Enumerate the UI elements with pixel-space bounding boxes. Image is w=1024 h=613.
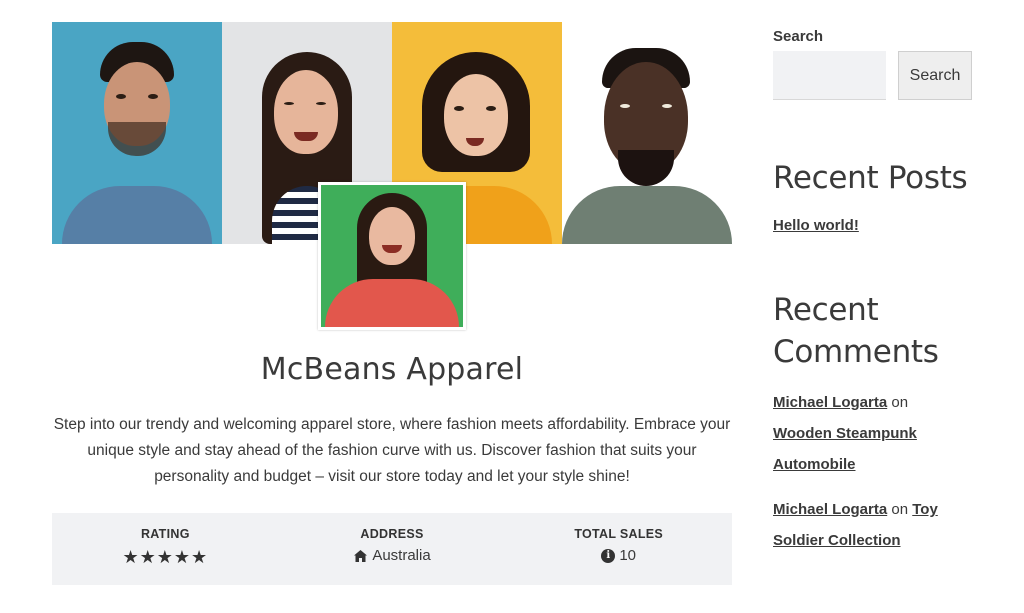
home-icon	[354, 549, 368, 562]
comment-sep: on	[887, 501, 913, 518]
sales-column: TOTAL SALES i 10	[505, 513, 732, 585]
comment-author-link[interactable]: Michael Logarta	[773, 501, 887, 518]
search-form: Search	[773, 51, 983, 100]
address-value: Australia	[372, 547, 431, 564]
banner-photo-1	[52, 22, 222, 244]
sales-value: 10	[619, 547, 637, 564]
recent-comments-title: Recent Comments	[773, 292, 939, 370]
search-input[interactable]	[773, 51, 886, 100]
search-button[interactable]: Search	[898, 51, 972, 100]
comment-author-link[interactable]: Michael Logarta	[773, 394, 887, 411]
sidebar: Search Search Recent Posts Hello world! …	[773, 28, 983, 556]
address-label: ADDRESS	[360, 527, 424, 541]
star-icon: ★★★★★	[122, 547, 209, 567]
comment-post-link[interactable]: Wooden Steampunk Automobile	[773, 425, 917, 473]
post-link[interactable]: Hello world!	[773, 217, 983, 234]
sales-value-row: i 10	[505, 547, 732, 564]
banner-photo-4	[562, 22, 732, 244]
store-main: McBeans Apparel Step into our trendy and…	[52, 22, 732, 585]
store-avatar-photo	[321, 185, 463, 327]
store-description: Step into our trendy and welcoming appar…	[53, 416, 731, 485]
store-name: McBeans Apparel	[260, 352, 524, 387]
recent-posts-title: Recent Posts	[773, 160, 968, 196]
comment-sep: on	[887, 394, 909, 411]
store-avatar	[318, 182, 466, 330]
store-info-bar: RATING ★★★★★ ADDRESS Australia TOTAL SAL…	[52, 513, 732, 585]
info-icon: i	[601, 548, 616, 563]
sales-label: TOTAL SALES	[574, 527, 664, 541]
rating-stars: ★★★★★	[52, 547, 279, 568]
comment-item: Michael Logarta on Toy Soldier Collectio…	[773, 494, 983, 556]
rating-label: RATING	[140, 527, 190, 541]
store-banner	[52, 22, 732, 330]
search-label: Search	[773, 28, 824, 45]
rating-column: RATING ★★★★★	[52, 513, 279, 585]
address-value-row: Australia	[279, 547, 506, 564]
address-column: ADDRESS Australia	[279, 513, 506, 585]
comment-item: Michael Logarta on Wooden Steampunk Auto…	[773, 387, 983, 480]
